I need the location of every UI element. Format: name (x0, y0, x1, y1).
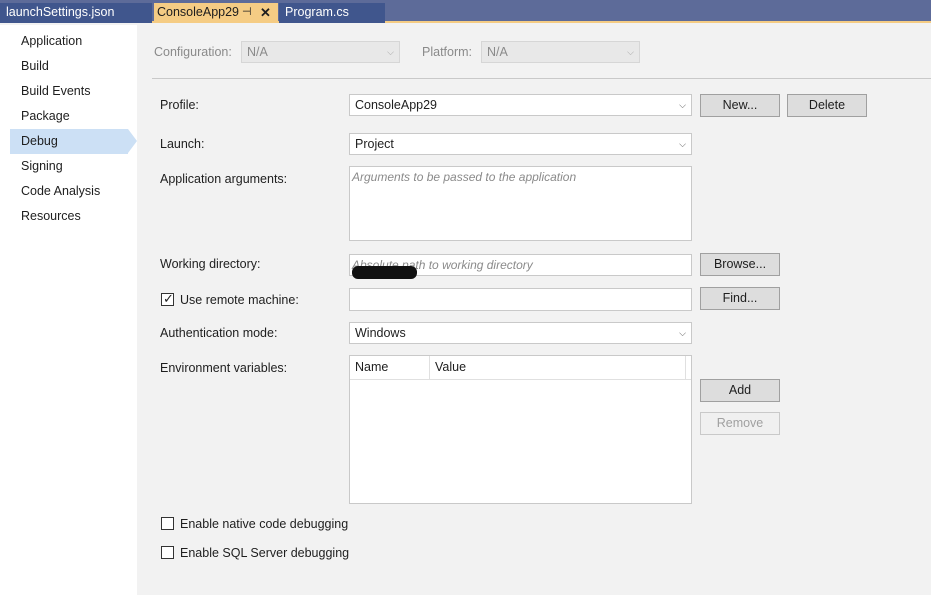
sidebar-item-code-analysis[interactable]: Code Analysis (10, 179, 137, 204)
profile-value: ConsoleApp29 (355, 98, 438, 112)
redacted-text (352, 266, 417, 279)
app-args-input[interactable]: Arguments to be passed to the applicatio… (349, 166, 692, 241)
platform-label: Platform: (422, 45, 473, 59)
native-debugging-checkbox[interactable] (161, 517, 174, 530)
sidebar-item-build-events[interactable]: Build Events (10, 79, 137, 104)
platform-value: N/A (487, 45, 508, 59)
profile-select[interactable]: ConsoleApp29 ⌵ (349, 94, 692, 116)
new-profile-button[interactable]: New... (700, 94, 780, 117)
remote-machine-input[interactable] (349, 288, 692, 311)
pin-icon[interactable]: ⊣ (242, 3, 252, 22)
env-vars-grid[interactable]: Name Value (349, 355, 692, 504)
launch-select[interactable]: Project ⌵ (349, 133, 692, 155)
divider (152, 78, 931, 79)
checkmark-icon: ✓ (163, 291, 174, 306)
app-args-placeholder: Arguments to be passed to the applicatio… (352, 170, 577, 184)
sidebar-item-application[interactable]: Application (10, 29, 137, 54)
tab-label: launchSettings.json (6, 5, 115, 19)
configuration-select[interactable]: N/A ⌵ (241, 41, 400, 63)
sidebar-item-signing[interactable]: Signing (10, 154, 137, 179)
sidebar-item-resources[interactable]: Resources (10, 204, 137, 229)
env-vars-header: Name Value (350, 356, 691, 380)
tab-label: Program.cs (285, 5, 349, 19)
launch-label: Launch: (160, 137, 205, 151)
debug-settings-panel: Configuration: N/A ⌵ Platform: N/A ⌵ Pro… (137, 25, 931, 595)
configuration-value: N/A (247, 45, 268, 59)
chevron-down-icon: ⌵ (627, 47, 634, 57)
column-header-value[interactable]: Value (430, 356, 686, 379)
column-header-name[interactable]: Name (350, 356, 430, 379)
tab-consoleapp29[interactable]: ConsoleApp29 ⊣ ✕ (154, 3, 278, 23)
auth-mode-label: Authentication mode: (160, 326, 278, 340)
remote-machine-checkbox[interactable]: ✓ (161, 291, 174, 306)
tab-program-cs[interactable]: Program.cs (279, 3, 385, 23)
close-icon[interactable]: ✕ (260, 3, 271, 22)
app-args-label: Application arguments: (160, 172, 288, 186)
chevron-down-icon: ⌵ (679, 139, 686, 149)
chevron-down-icon: ⌵ (679, 100, 686, 110)
native-debugging-label: Enable native code debugging (180, 517, 349, 531)
launch-value: Project (355, 137, 394, 151)
chevron-down-icon: ⌵ (387, 47, 394, 57)
sql-debugging-label: Enable SQL Server debugging (180, 546, 350, 560)
document-tab-strip: launchSettings.json ConsoleApp29 ⊣ ✕ Pro… (0, 0, 931, 23)
sql-debugging-checkbox[interactable] (161, 546, 174, 559)
auth-mode-value: Windows (355, 326, 406, 340)
working-dir-label: Working directory: (160, 257, 261, 271)
add-env-var-button[interactable]: Add (700, 379, 780, 402)
project-properties-sidebar: Application Build Build Events Package D… (0, 25, 137, 595)
find-button[interactable]: Find... (700, 287, 780, 310)
chevron-down-icon: ⌵ (679, 328, 686, 338)
tab-launch-settings[interactable]: launchSettings.json (0, 3, 152, 23)
remote-machine-label: Use remote machine: (180, 293, 299, 307)
auth-mode-select[interactable]: Windows ⌵ (349, 322, 692, 344)
browse-button[interactable]: Browse... (700, 253, 780, 276)
tab-label: ConsoleApp29 (157, 5, 240, 19)
remove-env-var-button[interactable]: Remove (700, 412, 780, 435)
env-vars-label: Environment variables: (160, 361, 288, 375)
sidebar-item-build[interactable]: Build (10, 54, 137, 79)
configuration-label: Configuration: (154, 45, 232, 59)
profile-label: Profile: (160, 98, 199, 112)
sidebar-item-debug[interactable]: Debug (10, 129, 137, 154)
sidebar-item-package[interactable]: Package (10, 104, 137, 129)
delete-profile-button[interactable]: Delete (787, 94, 867, 117)
platform-select[interactable]: N/A ⌵ (481, 41, 640, 63)
